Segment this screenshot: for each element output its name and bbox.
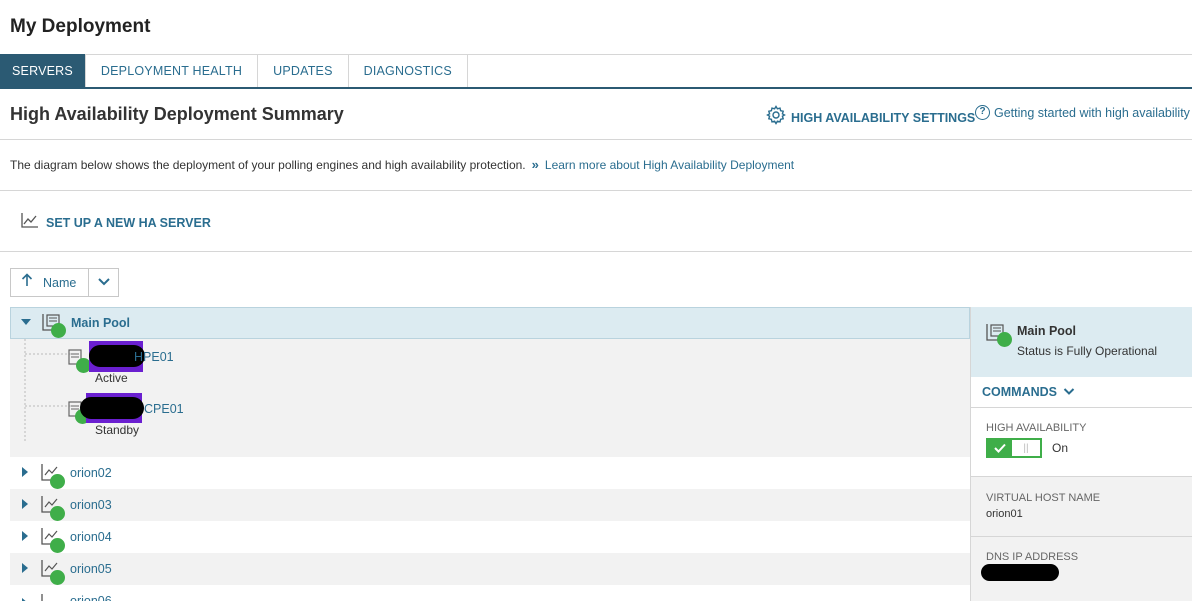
- server-icon: [40, 461, 65, 489]
- help-icon: ?: [975, 105, 990, 120]
- ha-section: HIGH AVAILABILITY || On: [971, 408, 1192, 477]
- caret-right-icon[interactable]: [20, 560, 30, 578]
- tab-servers[interactable]: SERVERS: [0, 54, 86, 88]
- tree-child-standby[interactable]: CPE01 Standby: [66, 393, 206, 439]
- sort-up-icon: [21, 273, 33, 292]
- description-text: The diagram below shows the deployment o…: [10, 157, 526, 172]
- chevron-down-icon: [1063, 383, 1075, 401]
- server-icon: [40, 591, 62, 601]
- getting-started-label: Getting started with high availability: [994, 105, 1190, 120]
- child-role: Standby: [95, 423, 140, 437]
- server-icon: [40, 525, 65, 553]
- double-chevron-icon: »: [531, 157, 539, 172]
- caret-right-icon[interactable]: [20, 464, 30, 482]
- commands-label: COMMANDS: [982, 385, 1057, 399]
- server-name[interactable]: orion03: [70, 498, 112, 512]
- panel-title: Main Pool: [1017, 324, 1077, 338]
- tree-row-server[interactable]: orion06: [10, 585, 970, 601]
- panel-status: Status is Fully Operational: [1017, 344, 1158, 358]
- server-icon: [40, 557, 65, 585]
- vhost-section: VIRTUAL HOST NAME orion01: [971, 477, 1192, 537]
- dns-label: DNS IP ADDRESS: [986, 551, 1079, 563]
- chevron-down-icon: [97, 274, 111, 292]
- redaction: [80, 397, 144, 419]
- learn-more-link[interactable]: » Learn more about High Availability Dep…: [532, 157, 795, 172]
- tab-underline: [0, 87, 1192, 89]
- tree-child-active[interactable]: HPE01 Active: [66, 341, 206, 385]
- tree-row-server[interactable]: orion03: [10, 489, 970, 521]
- details-panel: Main Pool Status is Fully Operational CO…: [970, 307, 1192, 601]
- caret-right-icon[interactable]: [20, 528, 30, 546]
- panel-header: Main Pool Status is Fully Operational: [971, 307, 1192, 377]
- vhost-label: VIRTUAL HOST NAME: [986, 492, 1101, 504]
- sort-control: Name: [10, 268, 119, 297]
- server-name[interactable]: orion02: [70, 466, 112, 480]
- sort-direction-button[interactable]: Name: [11, 269, 90, 296]
- server-name[interactable]: orion05: [70, 562, 112, 576]
- learn-more-label: Learn more about High Availability Deplo…: [544, 157, 795, 172]
- tab-deployment-health[interactable]: DEPLOYMENT HEALTH: [86, 54, 259, 88]
- dns-section: DNS IP ADDRESS: [971, 537, 1192, 601]
- getting-started-link[interactable]: ? Getting started with high availability: [975, 105, 1190, 120]
- divider: [0, 139, 1192, 140]
- status-dot: [997, 332, 1012, 347]
- chart-icon: [20, 211, 40, 234]
- status-dot: [51, 323, 66, 338]
- tree-row-server[interactable]: orion02: [10, 457, 970, 489]
- divider: [0, 190, 1192, 191]
- server-name[interactable]: orion06: [70, 594, 112, 601]
- description: The diagram below shows the deployment o…: [10, 157, 794, 172]
- tab-updates[interactable]: UPDATES: [258, 54, 349, 88]
- toggle-grip: ||: [1023, 442, 1029, 454]
- ha-label: HIGH AVAILABILITY: [986, 422, 1087, 434]
- tab-diagnostics[interactable]: DIAGNOSTICS: [349, 54, 468, 88]
- tab-bar: SERVERS DEPLOYMENT HEALTH UPDATES DIAGNO…: [0, 54, 468, 89]
- status-dot: [50, 570, 65, 585]
- commands-dropdown[interactable]: COMMANDS: [971, 377, 1192, 408]
- child-name[interactable]: HPE01: [134, 350, 174, 364]
- status-dot: [50, 474, 65, 489]
- tree-row-server[interactable]: orion05: [10, 553, 970, 585]
- status-dot: [50, 538, 65, 553]
- page-title: My Deployment: [10, 16, 151, 37]
- tree-row-main-pool[interactable]: Main Pool: [10, 307, 970, 339]
- caret-right-icon[interactable]: [20, 496, 30, 514]
- sort-dropdown-button[interactable]: [89, 269, 118, 296]
- ha-toggle[interactable]: ||: [986, 438, 1042, 458]
- divider: [0, 251, 1192, 252]
- server-icon: [40, 493, 65, 521]
- section-title: High Availability Deployment Summary: [10, 104, 344, 124]
- caret-right-icon[interactable]: [20, 595, 30, 601]
- child-name[interactable]: CPE01: [144, 402, 184, 416]
- child-role: Active: [95, 371, 128, 385]
- ha-settings-label: HIGH AVAILABILITY SETTINGS: [791, 110, 976, 125]
- check-icon: [988, 440, 1012, 456]
- redaction: [981, 564, 1059, 581]
- vhost-value: orion01: [986, 508, 1023, 520]
- gear-icon: [766, 105, 786, 130]
- ha-state: On: [1052, 441, 1069, 455]
- status-dot: [50, 506, 65, 521]
- caret-down-icon[interactable]: [21, 314, 31, 332]
- server-name[interactable]: orion04: [70, 530, 112, 544]
- setup-ha-server-button[interactable]: SET UP A NEW HA SERVER: [20, 211, 211, 234]
- sort-label: Name: [43, 275, 77, 290]
- ha-settings-button[interactable]: HIGH AVAILABILITY SETTINGS: [766, 105, 975, 130]
- pool-children: HPE01 Active CPE01 Standby: [10, 339, 970, 457]
- pool-icon: [41, 311, 66, 338]
- setup-ha-server-label: SET UP A NEW HA SERVER: [46, 215, 211, 230]
- tree-row-server[interactable]: orion04: [10, 521, 970, 553]
- pool-name[interactable]: Main Pool: [71, 316, 130, 330]
